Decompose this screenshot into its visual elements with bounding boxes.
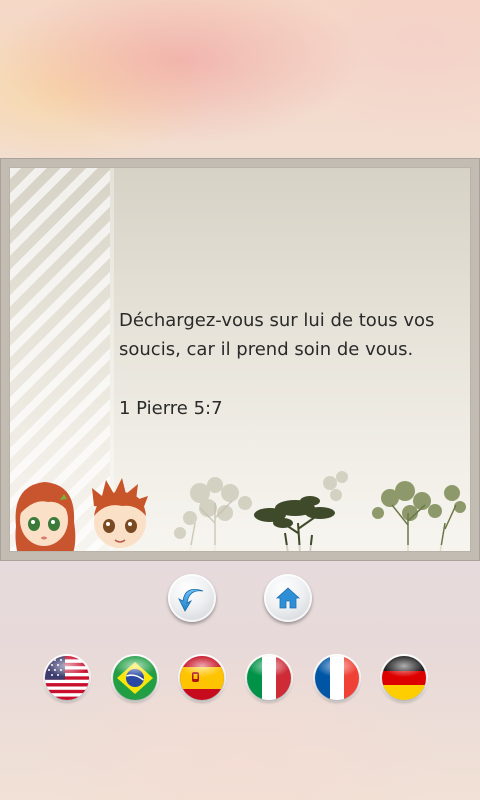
back-arrow-icon (178, 588, 204, 612)
language-english-button[interactable] (45, 656, 89, 700)
language-italian-button[interactable] (247, 656, 291, 700)
language-german-button[interactable] (382, 656, 426, 700)
back-button[interactable] (168, 574, 216, 622)
germany-flag-icon (382, 656, 426, 700)
france-flag-icon (315, 656, 359, 700)
language-spanish-button[interactable] (180, 656, 224, 700)
home-icon (275, 587, 301, 609)
verse-text: Déchargez-vous sur lui de tous vos souci… (119, 310, 435, 360)
foliage-illustration (160, 471, 470, 551)
language-french-button[interactable] (315, 656, 359, 700)
language-portuguese-button[interactable] (113, 656, 157, 700)
children-illustration (15, 478, 148, 551)
brazil-flag-icon (113, 656, 157, 700)
usa-flag-icon (45, 656, 89, 700)
verse-card: Déchargez-vous sur lui de tous vos souci… (0, 158, 480, 561)
verse-card-panel: Déchargez-vous sur lui de tous vos souci… (9, 167, 471, 552)
italy-flag-icon (247, 656, 291, 700)
verse-reference: 1 Pierre 5:7 (119, 398, 223, 419)
home-button[interactable] (264, 574, 312, 622)
spain-flag-icon (180, 656, 224, 700)
